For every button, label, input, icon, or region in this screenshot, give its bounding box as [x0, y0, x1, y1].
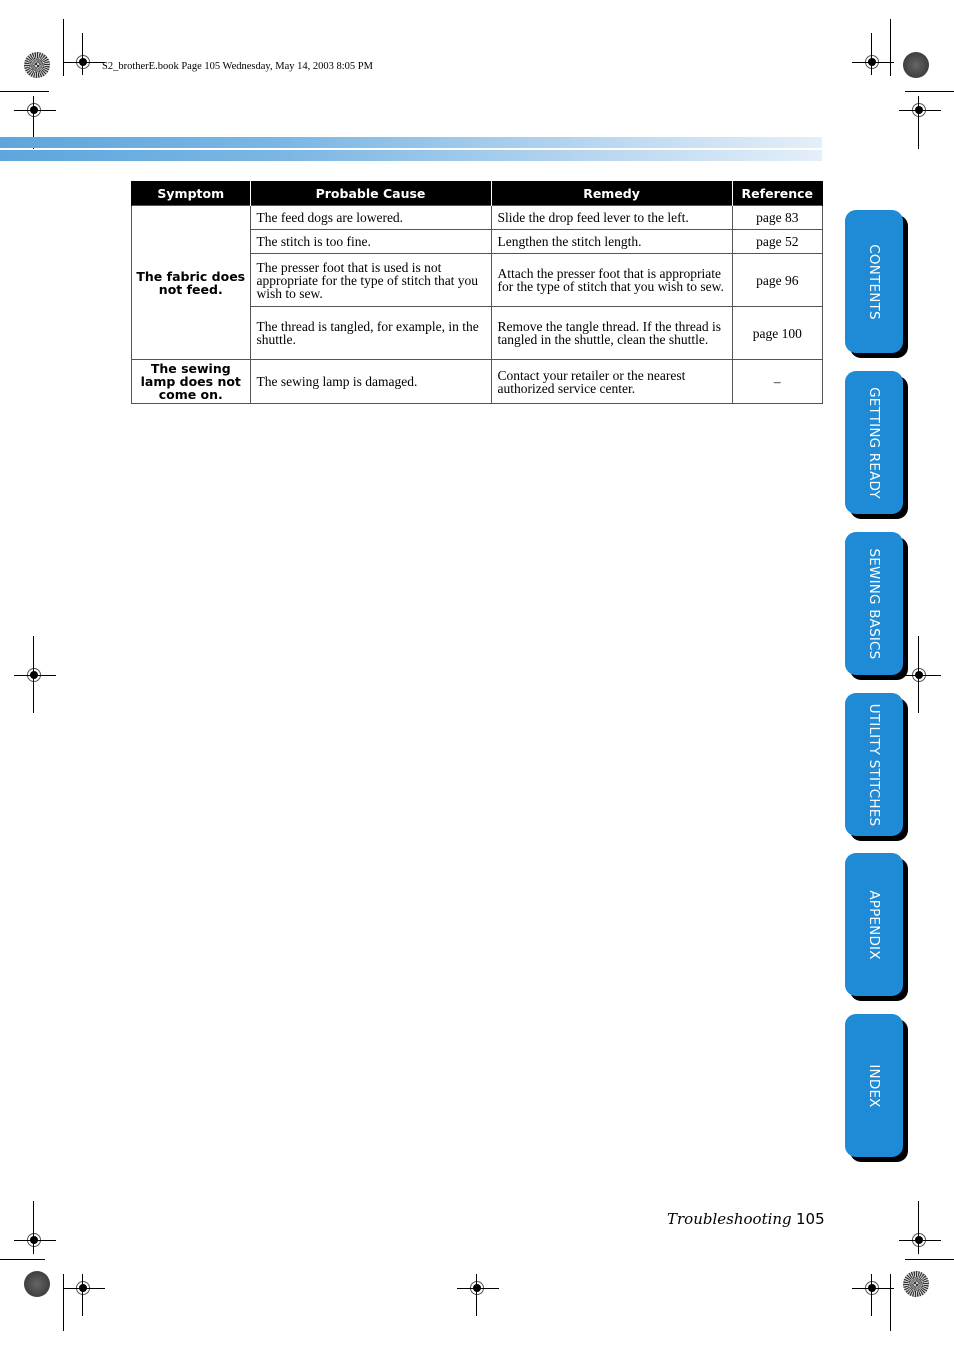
crosshair-target-icon	[14, 1233, 56, 1247]
tab-label: CONTENTS	[866, 243, 882, 320]
registration-star-icon	[24, 52, 50, 78]
remedy-cell: Slide the drop feed lever to the left.	[490, 205, 733, 230]
table-header-row: Symptom Probable Cause Remedy Reference	[131, 181, 824, 206]
tab-label: SEWING BASICS	[866, 548, 882, 659]
tab-sewing-basics[interactable]: SEWING BASICS	[845, 532, 903, 675]
tab-label: INDEX	[866, 1063, 882, 1108]
reference-cell[interactable]: page 52	[731, 229, 824, 254]
crop-mark	[0, 91, 49, 92]
tab-getting-ready[interactable]: GETTING READY	[845, 371, 903, 514]
crosshair-target-icon	[899, 668, 941, 682]
crosshair-target-icon	[63, 1281, 105, 1295]
tab-label: APPENDIX	[866, 889, 882, 960]
crosshair-target-icon	[14, 668, 56, 682]
tab-contents[interactable]: CONTENTS	[845, 210, 903, 353]
cause-cell: The feed dogs are lowered.	[249, 205, 492, 230]
registration-star-icon	[24, 1271, 50, 1297]
cause-cell: The stitch is too fine.	[249, 229, 492, 254]
tab-utility-stitches[interactable]: UTILITY STITCHES	[845, 693, 903, 836]
crosshair-target-icon	[899, 103, 941, 117]
crosshair-target-icon	[63, 55, 105, 69]
tab-appendix[interactable]: APPENDIX	[845, 853, 903, 996]
header-bar	[0, 150, 822, 161]
symptom-cell: The sewing lamp does not come on.	[131, 359, 251, 404]
header-remedy: Remedy	[490, 181, 733, 206]
crop-mark	[905, 91, 954, 92]
crop-mark	[63, 1274, 64, 1331]
footer-section-title: Troubleshooting	[667, 1210, 792, 1228]
header-reference: Reference	[731, 181, 824, 206]
table-row: The sewing lamp does not come on. The se…	[131, 359, 824, 404]
crosshair-target-icon	[852, 1281, 894, 1295]
symptom-cell: The fabric does not feed.	[131, 205, 251, 360]
print-slug: S2_brotherE.book Page 105 Wednesday, May…	[102, 61, 373, 72]
table-row: The fabric does not feed. The feed dogs …	[131, 205, 824, 360]
header-bar	[0, 137, 822, 148]
reference-cell[interactable]: page 100	[731, 306, 824, 360]
reference-cell[interactable]: page 83	[731, 205, 824, 230]
remedy-cell: Lengthen the stitch length.	[490, 229, 733, 254]
crop-mark	[890, 19, 891, 76]
registration-star-icon	[903, 1271, 929, 1297]
crosshair-target-icon	[457, 1281, 499, 1295]
crop-mark	[905, 1259, 954, 1260]
crop-mark	[63, 19, 64, 76]
crop-mark	[890, 1274, 891, 1331]
tab-index[interactable]: INDEX	[845, 1014, 903, 1157]
cause-cell: The sewing lamp is damaged.	[249, 359, 492, 404]
crop-mark	[0, 1259, 45, 1260]
cause-cell: The presser foot that is used is not app…	[249, 253, 492, 307]
remedy-cell: Remove the tangle thread. If the thread …	[490, 306, 733, 360]
crosshair-target-icon	[899, 1233, 941, 1247]
header-symptom: Symptom	[131, 181, 251, 206]
reference-cell: –	[731, 359, 824, 404]
tab-label: UTILITY STITCHES	[866, 703, 882, 826]
crosshair-target-icon	[852, 55, 894, 69]
crosshair-target-icon	[14, 103, 56, 117]
reference-cell[interactable]: page 96	[731, 253, 824, 307]
troubleshooting-table: Symptom Probable Cause Remedy Reference …	[131, 181, 824, 404]
remedy-cell: Attach the presser foot that is appropri…	[490, 253, 733, 307]
page-number: 105	[796, 1210, 825, 1228]
tab-label: GETTING READY	[866, 386, 882, 499]
registration-star-icon	[903, 52, 929, 78]
cause-cell: The thread is tangled, for example, in t…	[249, 306, 492, 360]
header-probable-cause: Probable Cause	[249, 181, 492, 206]
remedy-cell: Contact your retailer or the nearest aut…	[490, 359, 733, 404]
